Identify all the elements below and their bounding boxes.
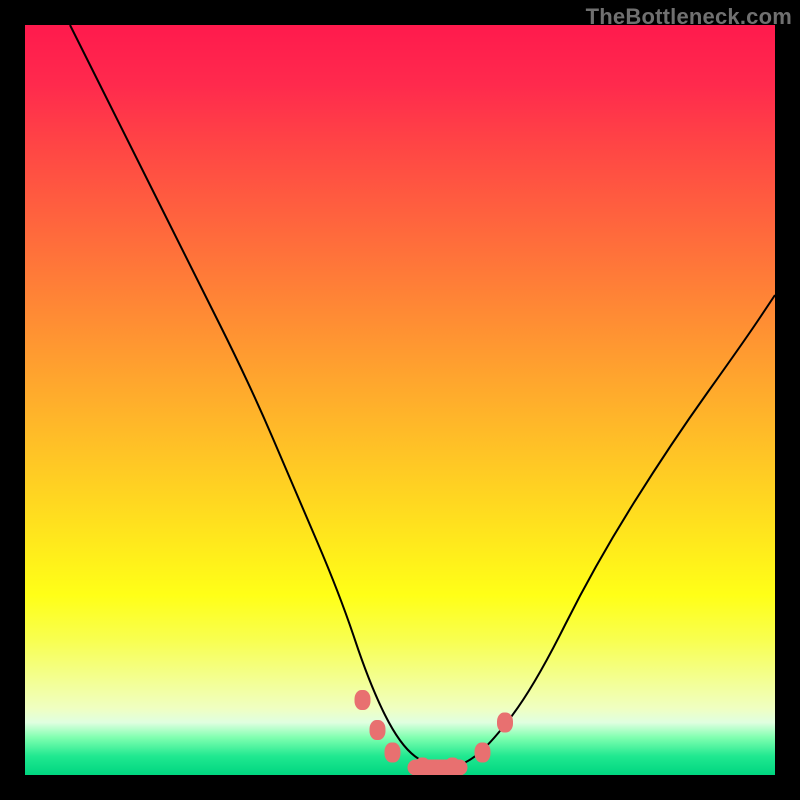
marker-point [385,743,401,763]
chart-plot-area [25,25,775,775]
marker-flat-run [408,760,468,776]
marker-point [370,720,386,740]
bottleneck-curve [70,25,775,768]
marker-point [355,690,371,710]
bottleneck-curve-svg [25,25,775,775]
watermark-text: TheBottleneck.com [586,4,792,30]
marker-point [497,713,513,733]
marker-point [475,743,491,763]
